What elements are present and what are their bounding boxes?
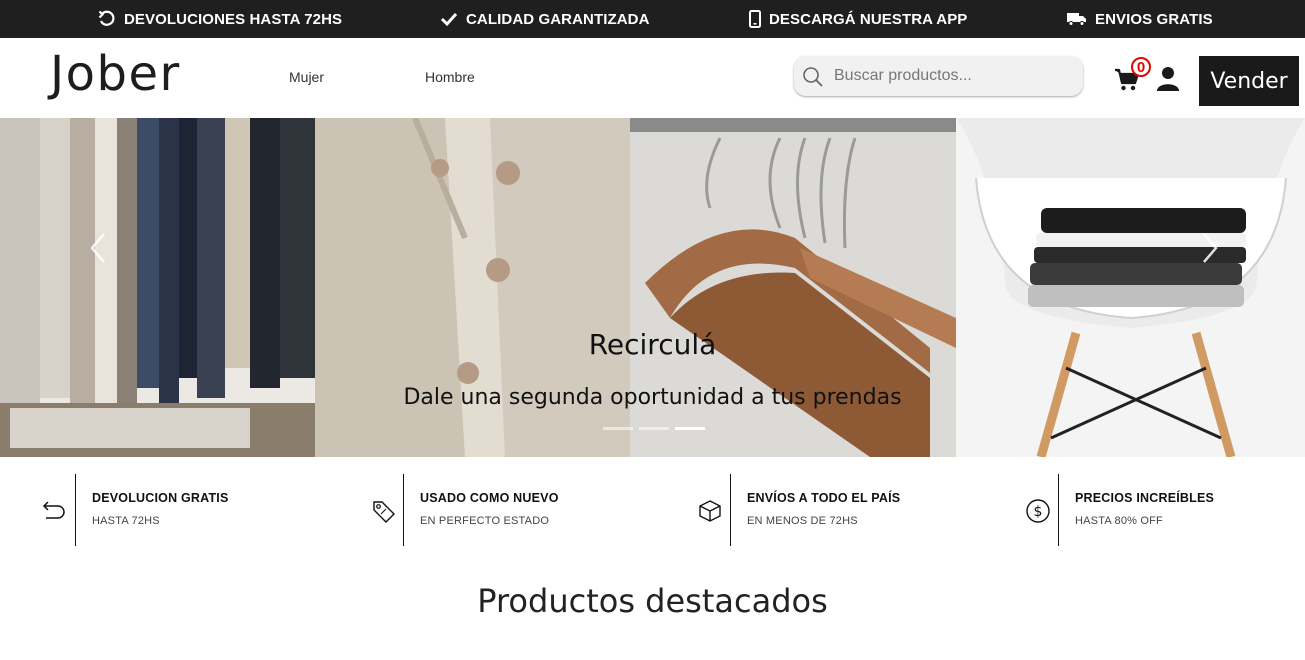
truck-icon [1067,13,1086,26]
feature-title: PRECIOS INCREÍBLES [1075,491,1215,505]
announcement-returns-text: DEVOLUCIONES HASTA 72HS [124,10,343,28]
sell-button[interactable]: Vender [1199,56,1299,106]
hero-title: Recirculá [588,328,717,361]
price-tag-icon [373,501,395,523]
check-icon [440,12,458,27]
user-account-icon[interactable] [1156,66,1180,92]
feature-divider [403,474,404,546]
feature-title: DEVOLUCION GRATIS [92,491,229,505]
hero-subtitle: Dale una segunda oportunidad a tus prend… [403,385,902,410]
carousel-indicator-1[interactable] [603,427,633,430]
cart-count-badge: 0 [1131,57,1151,77]
feature-subtitle: HASTA 72HS [92,515,160,527]
announcement-app-text: DESCARGÁ NUESTRA APP [769,10,968,28]
carousel-indicator-2[interactable] [639,427,669,430]
feature-divider [1058,474,1059,546]
carousel-indicator-3[interactable] [675,427,705,430]
site-logo[interactable]: Jober [50,46,181,102]
site-header: Jober Mujer Hombre 0 Vender [0,38,1305,118]
return-arrow-icon [98,10,115,26]
dollar-coin-icon: $ [1026,499,1050,523]
features-strip: DEVOLUCION GRATIS HASTA 72HS USADO COMO … [0,457,1305,557]
announcement-returns: DEVOLUCIONES HASTA 72HS [98,0,342,38]
carousel-indicators [603,427,705,430]
feature-divider [730,474,731,546]
carousel-next-icon[interactable] [1198,230,1222,266]
announcement-app: DESCARGÁ NUESTRA APP [749,0,967,38]
featured-products-title: Productos destacados [477,582,828,620]
feature-subtitle: EN PERFECTO ESTADO [420,515,550,527]
nav-link-mujer[interactable]: Mujer [289,69,324,85]
announcement-quality-text: CALIDAD GARANTIZADA [466,10,650,28]
announcement-quality: CALIDAD GARANTIZADA [440,0,650,38]
mobile-phone-icon [749,10,761,28]
announcement-shipping: ENVIOS GRATIS [1067,0,1213,38]
search-box[interactable] [794,56,1083,96]
announcement-bar: DEVOLUCIONES HASTA 72HS CALIDAD GARANTIZ… [0,0,1305,38]
announcement-shipping-text: ENVIOS GRATIS [1095,10,1213,28]
search-icon[interactable] [802,66,824,88]
feature-title: USADO COMO NUEVO [420,491,559,505]
box-icon [699,500,721,522]
feature-title: ENVÍOS A TODO EL PAÍS [747,491,901,505]
svg-text:$: $ [1034,504,1043,520]
feature-subtitle: HASTA 80% OFF [1075,515,1163,527]
return-arrow-icon [42,501,65,519]
carousel-prev-icon[interactable] [86,230,110,266]
search-input[interactable] [834,56,1074,96]
feature-divider [75,474,76,546]
hero-carousel: Recirculá Dale una segunda oportunidad a… [0,118,1305,457]
nav-link-hombre[interactable]: Hombre [425,69,475,85]
feature-subtitle: EN MENOS DE 72HS [747,515,858,527]
